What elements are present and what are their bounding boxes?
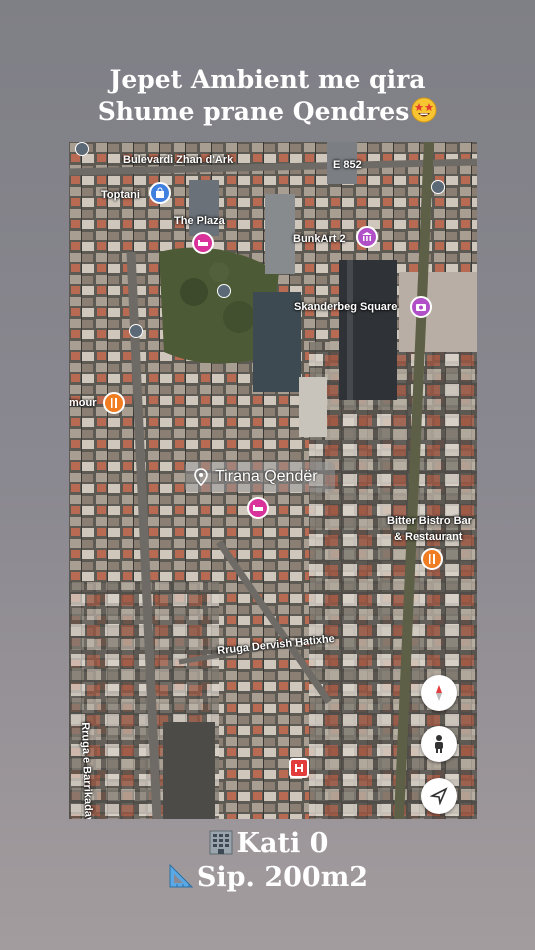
- label-the-plaza: The Plaza: [174, 215, 225, 227]
- headline-text-1: Jepet Ambient me qira: [109, 65, 426, 94]
- floor-text: Kati 0: [236, 828, 329, 859]
- bus-stop-icon[interactable]: [431, 180, 445, 194]
- bus-stop-icon[interactable]: [217, 284, 231, 298]
- label-bulevardi: Bulevardi Zhan d'Ark: [123, 154, 234, 166]
- label-amour: mour: [69, 397, 97, 409]
- location-name: Tirana Qendër: [215, 468, 318, 485]
- label-bunkart: BunkArt 2: [293, 233, 346, 245]
- hotel-bed-icon[interactable]: [247, 497, 269, 519]
- bus-stop-icon[interactable]: [129, 324, 143, 338]
- location-label[interactable]: Tirana Qendër: [185, 462, 335, 492]
- star-struck-face-icon: [411, 97, 437, 123]
- label-bitter-2: & Restaurant: [394, 531, 463, 543]
- restaurant-icon[interactable]: [421, 548, 443, 570]
- area-info: Sip. 200m2: [0, 862, 535, 894]
- compass-icon[interactable]: [421, 675, 457, 711]
- museum-icon[interactable]: [356, 226, 378, 248]
- bus-stop-icon[interactable]: [75, 142, 89, 156]
- shopping-bag-icon[interactable]: [149, 182, 171, 204]
- office-building-icon: [209, 830, 233, 855]
- restaurant-icon[interactable]: [103, 392, 125, 414]
- pegman-icon[interactable]: [421, 726, 457, 762]
- headline-text-2: Shume prane Qendres: [97, 97, 410, 126]
- headline-line-1: Jepet Ambient me qira: [0, 64, 535, 95]
- floor-info: Kati 0: [0, 828, 535, 860]
- headline-line-2: Shume prane Qendres: [0, 96, 535, 127]
- location-arrow-icon[interactable]: [421, 778, 457, 814]
- camera-icon[interactable]: [410, 296, 432, 318]
- label-e852: E 852: [333, 159, 362, 171]
- triangular-ruler-icon: [169, 863, 194, 888]
- map-pin-icon: [194, 468, 208, 486]
- label-toptani: Toptani: [101, 189, 140, 201]
- map-satellite-view[interactable]: Bulevardi Zhan d'Ark E 852 Toptani The P…: [69, 142, 477, 819]
- hotel-bed-icon[interactable]: [192, 232, 214, 254]
- area-text: Sip. 200m2: [196, 862, 369, 893]
- hospital-icon[interactable]: [289, 758, 309, 778]
- label-skanderbeg: Skanderbeg Square: [294, 301, 398, 313]
- label-bitter-1: Bitter Bistro Bar: [387, 515, 472, 527]
